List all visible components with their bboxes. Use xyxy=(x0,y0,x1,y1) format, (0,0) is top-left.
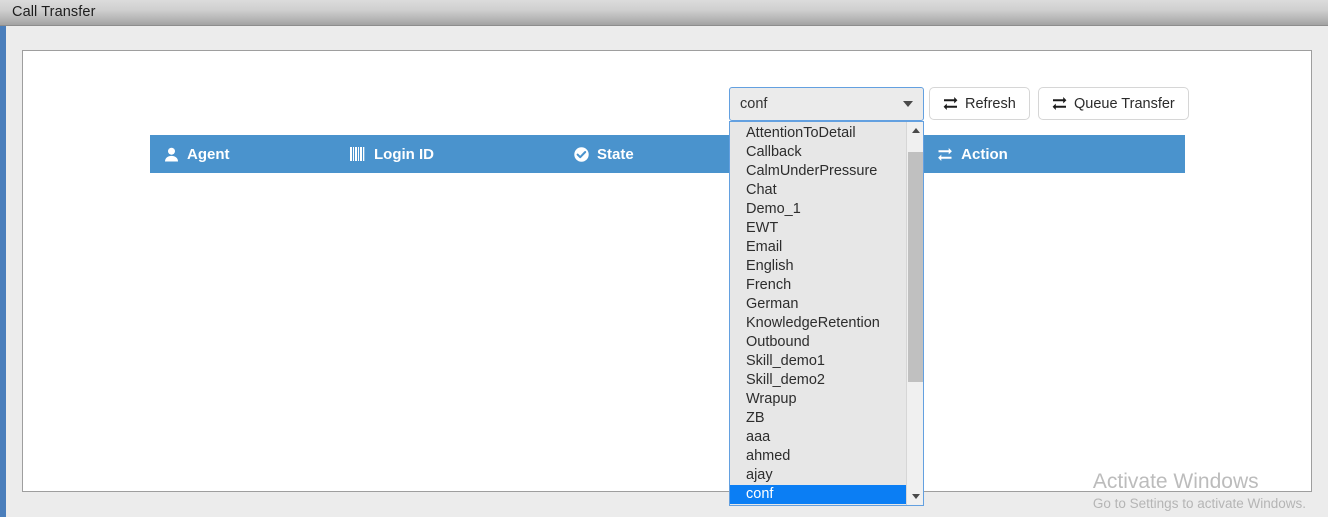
check-circle-icon xyxy=(574,147,589,162)
scrollbar-thumb[interactable] xyxy=(908,152,923,382)
column-header-state-label: State xyxy=(597,146,634,163)
skill-option[interactable]: ahmed xyxy=(730,447,906,466)
queue-transfer-button-label: Queue Transfer xyxy=(1074,96,1175,112)
skill-select-value: conf xyxy=(740,96,903,112)
call-transfer-window: Call Transfer conf AttentionToDetailCall… xyxy=(0,0,1328,517)
skill-option[interactable]: Chat xyxy=(730,181,906,200)
skill-option[interactable]: conf xyxy=(730,485,906,504)
scroll-down-arrow-icon[interactable] xyxy=(907,488,924,505)
chevron-down-icon xyxy=(903,101,913,107)
refresh-button[interactable]: Refresh xyxy=(929,87,1030,120)
skill-select-wrapper: conf AttentionToDetailCallbackCalmUnderP… xyxy=(729,87,924,121)
page-body: conf AttentionToDetailCallbackCalmUnderP… xyxy=(6,27,1328,517)
column-header-login-id-label: Login ID xyxy=(374,146,434,163)
skill-option[interactable]: Skill_demo1 xyxy=(730,352,906,371)
user-icon xyxy=(164,147,179,162)
skill-option[interactable]: English xyxy=(730,257,906,276)
column-header-agent[interactable]: Agent xyxy=(150,135,336,173)
agents-table: Agent L xyxy=(150,135,1185,173)
skill-option[interactable]: ajay xyxy=(730,466,906,485)
table-header-row: Agent L xyxy=(150,135,1185,173)
skill-option[interactable]: French xyxy=(730,276,906,295)
skill-option[interactable]: German xyxy=(730,295,906,314)
refresh-button-label: Refresh xyxy=(965,96,1016,112)
exchange-icon xyxy=(943,97,958,110)
toolbar: conf AttentionToDetailCallbackCalmUnderP… xyxy=(23,51,1313,113)
window-titlebar: Call Transfer xyxy=(0,0,1328,26)
column-header-login-id[interactable]: Login ID xyxy=(336,135,560,173)
skill-option[interactable]: CalmUnderPressure xyxy=(730,162,906,181)
exchange-icon xyxy=(1052,97,1067,110)
barcode-icon xyxy=(350,147,366,161)
queue-transfer-button[interactable]: Queue Transfer xyxy=(1038,87,1189,120)
window-title: Call Transfer xyxy=(12,4,96,20)
skill-option[interactable]: Demo_1 xyxy=(730,200,906,219)
skill-option[interactable]: Email xyxy=(730,238,906,257)
column-header-agent-label: Agent xyxy=(187,146,230,163)
column-header-action-label: Action xyxy=(961,146,1008,163)
skill-option[interactable]: Callback xyxy=(730,143,906,162)
skill-option[interactable]: Skill_demo2 xyxy=(730,371,906,390)
content-panel: conf AttentionToDetailCallbackCalmUnderP… xyxy=(22,50,1312,492)
skill-option[interactable]: Outbound xyxy=(730,333,906,352)
skill-option[interactable]: AttentionToDetail xyxy=(730,124,906,143)
exchange-icon xyxy=(937,148,953,161)
scroll-up-arrow-icon[interactable] xyxy=(907,122,924,139)
skill-option[interactable]: aaa xyxy=(730,428,906,447)
skill-option[interactable]: KnowledgeRetention xyxy=(730,314,906,333)
skill-select[interactable]: conf xyxy=(729,87,924,121)
skill-option[interactable]: Wrapup xyxy=(730,390,906,409)
skill-select-dropdown[interactable]: AttentionToDetailCallbackCalmUnderPressu… xyxy=(729,121,924,506)
skill-option[interactable]: ZB xyxy=(730,409,906,428)
dropdown-scrollbar[interactable] xyxy=(906,122,923,505)
skill-option[interactable]: EWT xyxy=(730,219,906,238)
skill-option-list: AttentionToDetailCallbackCalmUnderPressu… xyxy=(730,122,906,505)
